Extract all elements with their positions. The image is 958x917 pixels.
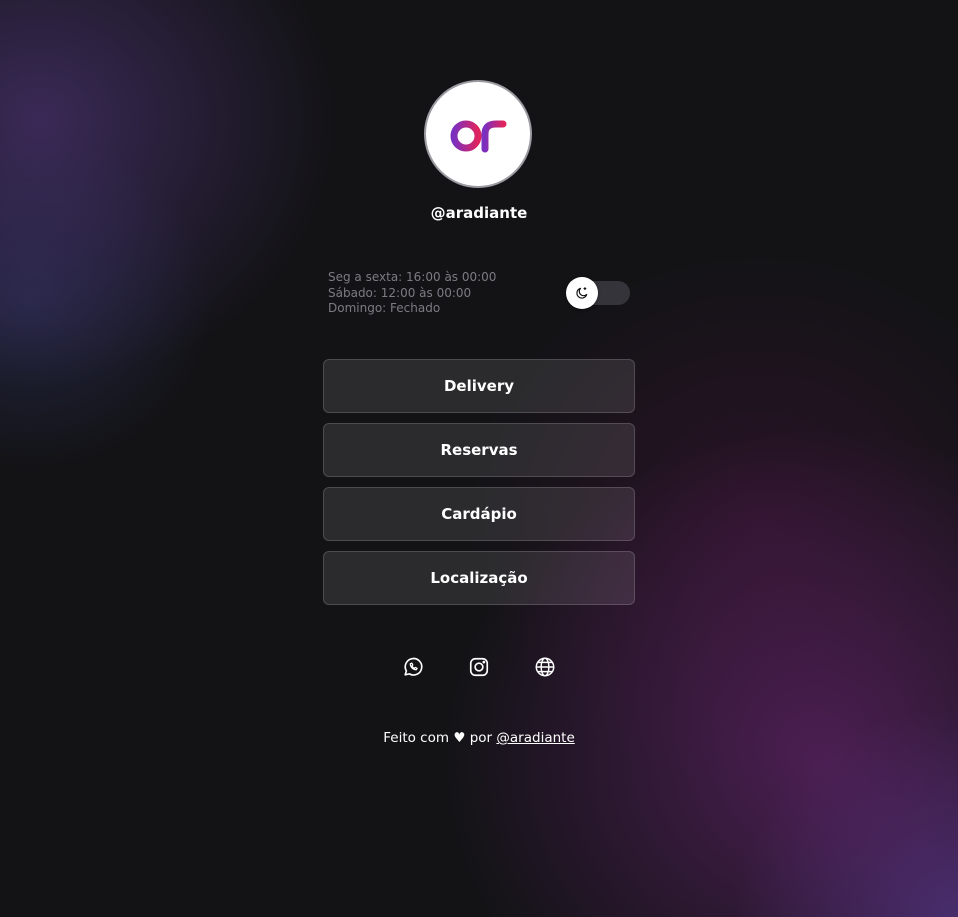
globe-icon	[535, 657, 555, 677]
cardapio-button[interactable]: Cardápio	[323, 487, 635, 541]
whatsapp-icon	[404, 657, 423, 676]
hours-saturday: Sábado: 12:00 às 00:00	[328, 285, 472, 300]
hours-weekdays: Seg a sexta: 16:00 às 00:00	[328, 270, 497, 284]
footer: Feito com ♥ por @aradiante	[0, 730, 958, 746]
profile-avatar	[424, 80, 532, 188]
footer-author-link[interactable]: @aradiante	[496, 730, 574, 746]
footer-prefix: Feito com	[383, 730, 450, 746]
instagram-link[interactable]	[467, 655, 491, 679]
theme-toggle-knob[interactable]	[566, 277, 598, 309]
delivery-button[interactable]: Delivery	[323, 359, 635, 413]
link-list: Delivery Reservas Cardápio Localização	[323, 359, 635, 615]
reservas-button[interactable]: Reservas	[323, 423, 635, 477]
profile-handle: @aradiante	[430, 204, 528, 222]
opening-hours: Seg a sexta: 16:00 às 00:00 Sábado: 12:0…	[328, 270, 496, 317]
footer-by: por	[469, 730, 493, 746]
instagram-icon	[469, 657, 489, 677]
hours-sunday: Domingo: Fechado	[328, 301, 441, 315]
moon-icon	[576, 287, 588, 299]
website-link[interactable]	[533, 655, 557, 679]
aradiante-logo	[450, 120, 507, 153]
social-links	[0, 655, 958, 679]
theme-toggle[interactable]	[566, 277, 630, 309]
whatsapp-link[interactable]	[401, 655, 425, 679]
localizacao-button[interactable]: Localização	[323, 551, 635, 605]
heart-icon: ♥	[453, 730, 466, 746]
